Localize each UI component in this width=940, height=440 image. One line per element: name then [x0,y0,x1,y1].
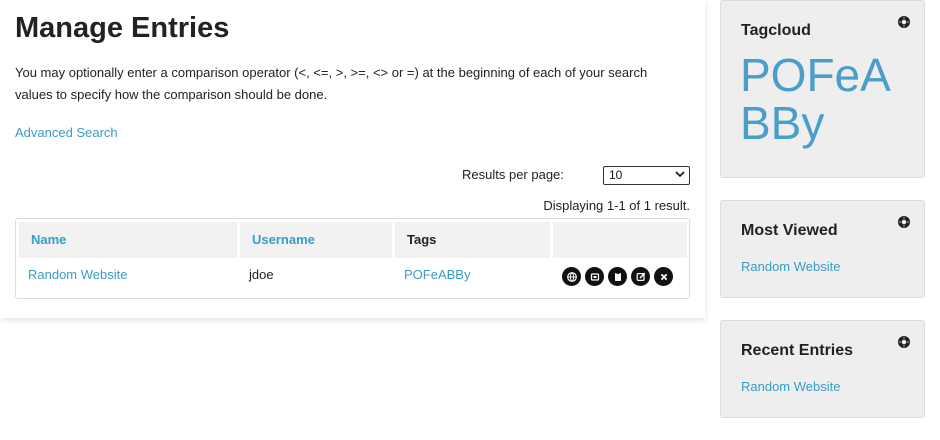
entry-name-link[interactable]: Random Website [28,267,127,282]
entries-table: Name Username Tags Random Website jdoe P… [15,218,690,299]
recent-entries-item-link[interactable]: Random Website [741,379,840,394]
column-header-username[interactable]: Username [240,222,392,258]
gear-icon[interactable] [897,15,911,29]
tagcloud-widget: Tagcloud POFeABBy [720,0,925,178]
advanced-search-link[interactable]: Advanced Search [15,125,118,140]
copy-icon[interactable] [585,267,604,286]
clipboard-icon[interactable] [608,267,627,286]
globe-icon[interactable] [562,267,581,286]
gear-icon[interactable] [897,215,911,229]
most-viewed-item-link[interactable]: Random Website [741,259,840,274]
most-viewed-title: Most Viewed [741,222,838,239]
recent-entries-widget: Recent Entries Random Website [720,320,925,418]
chevron-down-icon [675,168,685,185]
intro-text: You may optionally enter a comparison op… [15,65,648,102]
results-per-page-value: 10 [609,168,623,182]
row-actions [562,267,673,286]
results-per-page-select[interactable]: 10 [603,166,690,185]
tagcloud-title: Tagcloud [741,22,811,39]
column-header-tags: Tags [395,222,550,258]
edit-icon[interactable] [631,267,650,286]
entry-username: jdoe [249,267,274,282]
manage-entries-panel: Manage Entries You may optionally enter … [0,0,705,318]
recent-entries-title: Recent Entries [741,342,854,359]
tagcloud-tag-link[interactable]: POFeABBy [740,51,920,147]
gear-icon[interactable] [897,335,911,349]
delete-icon[interactable] [654,267,673,286]
entry-tag-link[interactable]: POFeABBy [404,267,470,282]
page-title: Manage Entries [15,12,230,44]
most-viewed-widget: Most Viewed Random Website [720,200,925,298]
results-count: Displaying 1-1 of 1 result. [543,198,690,213]
results-per-page-label: Results per page: [462,167,564,182]
column-header-name[interactable]: Name [19,222,237,258]
column-header-actions [553,222,687,258]
